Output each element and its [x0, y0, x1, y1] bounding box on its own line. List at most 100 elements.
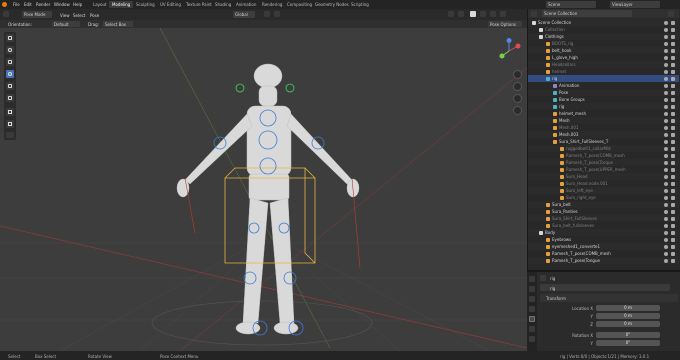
outliner-row[interactable]: Clothings — [528, 33, 679, 40]
render-camera-icon[interactable] — [671, 132, 675, 137]
outliner-row[interactable]: Sura_Panties — [528, 208, 679, 215]
outliner-row[interactable]: eyemeshed1_converte1 — [528, 243, 679, 250]
visibility-eye-icon[interactable] — [664, 55, 668, 60]
render-camera-icon[interactable] — [671, 118, 675, 123]
visibility-eye-icon[interactable] — [664, 27, 668, 32]
outliner-row[interactable]: Suro_left_eye — [528, 187, 679, 194]
outliner-row[interactable]: Ramesh_T_pose(UPPER_mesh — [528, 166, 679, 173]
axis-gizmo[interactable] — [496, 38, 522, 64]
visibility-eye-icon[interactable] — [664, 48, 668, 53]
render-camera-icon[interactable] — [671, 160, 675, 165]
outliner-row[interactable]: Sura_Shirt_FullSleeves — [528, 215, 679, 222]
view-layer-selector[interactable]: ViewLayer — [610, 1, 660, 8]
pivot-icon[interactable] — [264, 11, 270, 17]
render-camera-icon[interactable] — [671, 90, 675, 95]
visibility-eye-icon[interactable] — [664, 153, 668, 158]
blender-logo-icon[interactable] — [2, 2, 7, 7]
mode-dropdown[interactable]: Pose Mode — [22, 11, 52, 18]
scene-tab-icon[interactable] — [529, 306, 535, 312]
perspective-toggle-icon[interactable] — [513, 106, 522, 115]
visibility-eye-icon[interactable] — [664, 181, 668, 186]
select-box-icon[interactable] — [6, 34, 14, 42]
orientation-dropdown[interactable]: Default — [52, 21, 80, 27]
visibility-eye-icon[interactable] — [664, 167, 668, 172]
tab-rendering[interactable]: Rendering — [259, 1, 285, 8]
rotate-icon[interactable] — [6, 70, 14, 78]
outliner-row[interactable]: Body — [528, 229, 679, 236]
render-camera-icon[interactable] — [671, 237, 675, 242]
overlay-icon[interactable] — [448, 11, 454, 17]
render-camera-icon[interactable] — [671, 27, 675, 32]
render-camera-icon[interactable] — [671, 216, 675, 221]
render-camera-icon[interactable] — [671, 195, 675, 200]
render-camera-icon[interactable] — [671, 244, 675, 249]
outliner-row[interactable]: L_glove_high — [528, 54, 679, 61]
transform-orientation-dropdown[interactable]: Global — [233, 11, 255, 18]
menu-help[interactable]: Help — [73, 2, 82, 7]
location-x-field[interactable]: 0 m — [596, 305, 660, 311]
physics-tab-icon[interactable] — [529, 326, 535, 332]
tab-layout[interactable]: Layout — [90, 1, 110, 8]
pan-icon[interactable] — [513, 82, 522, 91]
render-camera-icon[interactable] — [671, 167, 675, 172]
tab-animation[interactable]: Animation — [233, 1, 259, 8]
render-camera-icon[interactable] — [671, 125, 675, 130]
rotation-x-field[interactable]: 0° — [596, 332, 660, 338]
tab-sculpting[interactable]: Sculpting — [133, 1, 158, 8]
render-camera-icon[interactable] — [671, 97, 675, 102]
menu-render[interactable]: Render — [36, 2, 50, 7]
menu-view[interactable]: View — [60, 13, 70, 18]
render-camera-icon[interactable] — [671, 230, 675, 235]
tab-uv-editing[interactable]: UV Editing — [157, 1, 184, 8]
character-mesh[interactable] — [176, 63, 360, 335]
visibility-eye-icon[interactable] — [664, 76, 668, 81]
outliner-row[interactable]: Pose — [528, 89, 679, 96]
menu-file[interactable]: File — [13, 2, 20, 7]
visibility-eye-icon[interactable] — [664, 97, 668, 102]
outliner-row[interactable]: Bone Groups — [528, 96, 679, 103]
visibility-eye-icon[interactable] — [664, 202, 668, 207]
location-z-field[interactable]: 0 m — [596, 321, 660, 327]
scene-selector[interactable]: Scene — [546, 1, 596, 8]
outliner-row[interactable]: Suro_Head.node.001 — [528, 180, 679, 187]
render-camera-icon[interactable] — [671, 139, 675, 144]
render-camera-icon[interactable] — [671, 146, 675, 151]
shading-rendered-icon[interactable] — [490, 11, 496, 17]
render-camera-icon[interactable] — [671, 41, 675, 46]
visibility-eye-icon[interactable] — [664, 104, 668, 109]
menu-edit[interactable]: Edit — [24, 2, 32, 7]
visibility-eye-icon[interactable] — [664, 216, 668, 221]
outliner-row[interactable]: helmet_mesh — [528, 110, 679, 117]
output-tab-icon[interactable] — [529, 296, 535, 302]
visibility-eye-icon[interactable] — [664, 230, 668, 235]
visibility-eye-icon[interactable] — [664, 90, 668, 95]
transform-panel-header[interactable]: Transform — [540, 294, 678, 302]
render-camera-icon[interactable] — [671, 181, 675, 186]
visibility-eye-icon[interactable] — [664, 237, 668, 242]
tab-scripting[interactable]: Scripting — [348, 1, 372, 8]
visibility-eye-icon[interactable] — [664, 132, 668, 137]
scale-icon[interactable] — [6, 82, 14, 90]
editor-type-icon[interactable] — [3, 11, 9, 17]
menu-select[interactable]: Select — [73, 13, 85, 18]
shading-options-icon[interactable] — [500, 11, 506, 17]
outliner-row[interactable]: Ramesh_T_pose(Torque — [528, 159, 679, 166]
zoom-icon[interactable] — [513, 70, 522, 79]
outliner-row[interactable]: rig — [528, 103, 679, 110]
outliner-row[interactable]: Sura_belt — [528, 201, 679, 208]
render-camera-icon[interactable] — [671, 20, 675, 25]
cursor-icon[interactable] — [6, 46, 14, 54]
tab-texture-paint[interactable]: Texture Paint — [183, 1, 215, 8]
object-tab-icon[interactable] — [529, 316, 535, 322]
transform-icon[interactable] — [6, 94, 14, 102]
outliner-row[interactable]: Scene Collection — [528, 19, 679, 26]
visibility-eye-icon[interactable] — [664, 83, 668, 88]
outliner-row[interactable]: Ramesh_T_pose(COMB_mesh — [528, 250, 679, 257]
outliner-row[interactable]: Eyebrows — [528, 236, 679, 243]
outliner-row[interactable]: Sura_belt_fullsleeves — [528, 222, 679, 229]
outliner-row[interactable]: Sura_Shirt_FullSleeves_T — [528, 138, 679, 145]
outliner-row[interactable]: ruggedbelt1_collarMid — [528, 145, 679, 152]
outliner-row[interactable]: Headcellars — [528, 61, 679, 68]
move-icon[interactable] — [6, 58, 14, 66]
render-camera-icon[interactable] — [671, 104, 675, 109]
